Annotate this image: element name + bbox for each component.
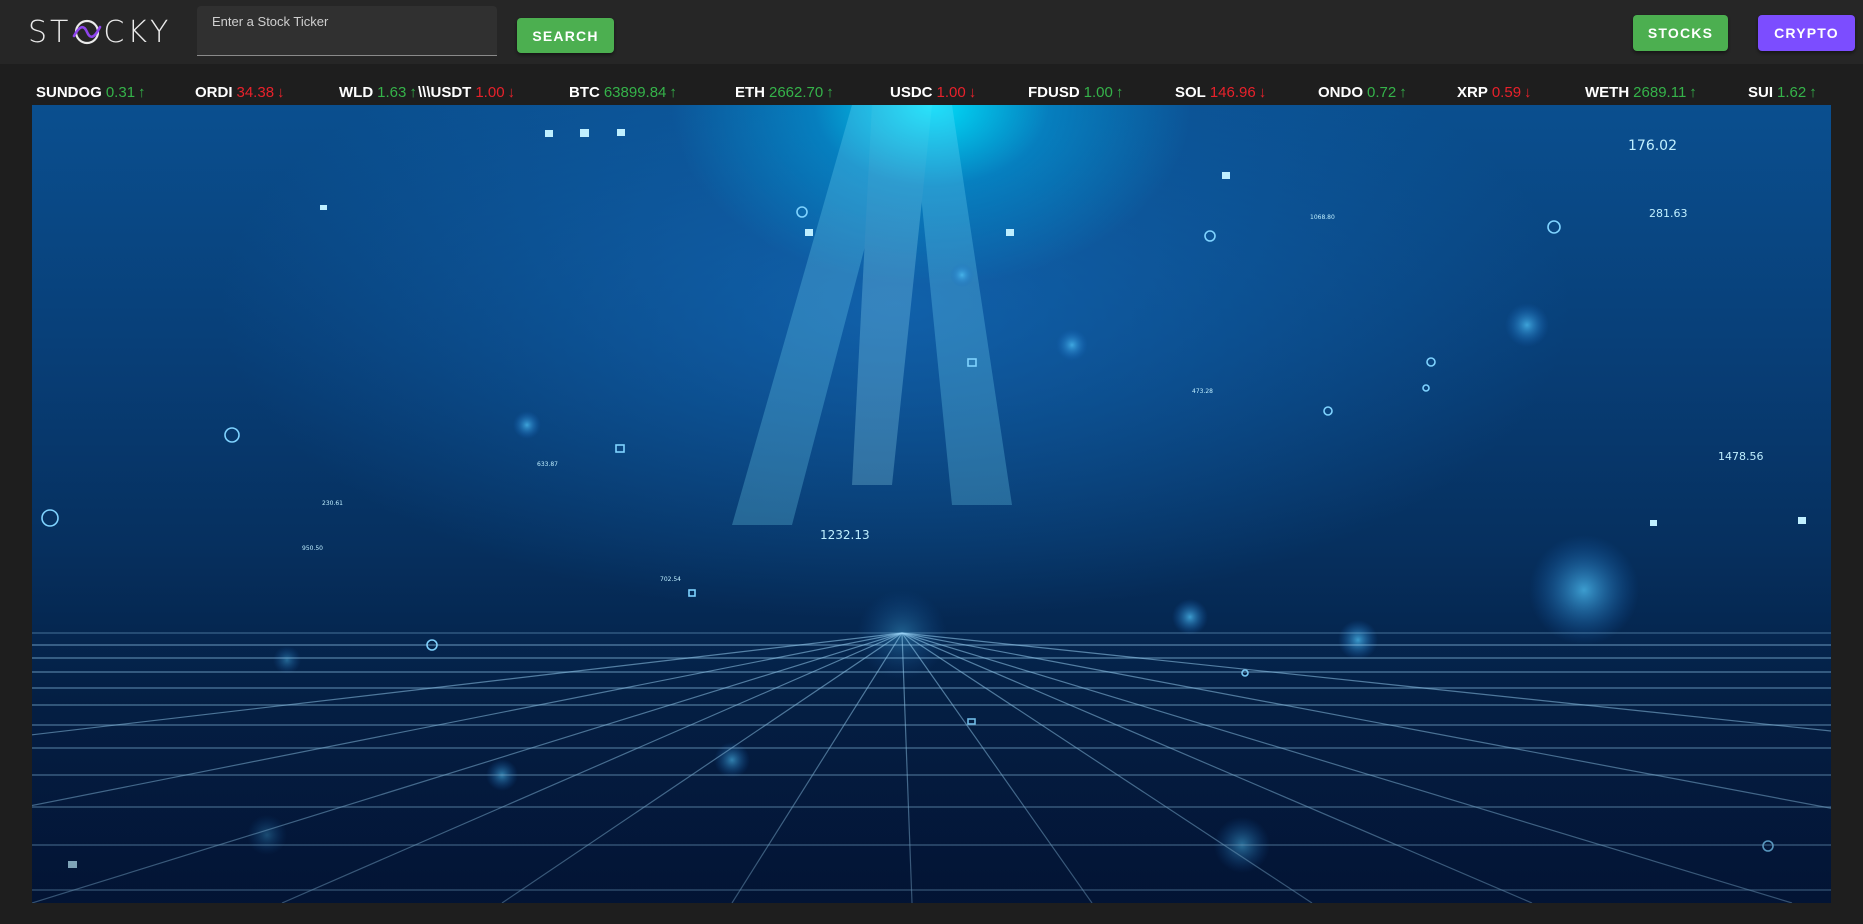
digital-grid-illustration: 176.02 281.63 1478.56 1232.13 633.87 230… [32,105,1831,903]
ticker-symbol: ORDI [195,84,233,101]
ticker-symbol: USDC [890,84,933,101]
ticker-symbol: WLD [339,84,374,101]
ticker-search-field[interactable]: Enter a Stock Ticker [197,6,497,56]
ticker-item[interactable]: SOL 146.96 ↓ [1175,84,1266,101]
ticker-symbol: \\\USDT [418,84,472,101]
ticker-symbol: ONDO [1318,84,1363,101]
floating-number: 702.54 [660,576,681,583]
ticker-value: 1.63 [377,84,407,101]
floating-number: 1232.13 [820,528,870,542]
trend-arrow-icon: ↑ [1399,84,1407,101]
ticker-symbol: SUNDOG [36,84,102,101]
ticker-item[interactable]: SUNDOG 0.31 ↑ [36,84,146,101]
light-rays [732,105,1012,525]
ticker-value: 2662.70 [769,84,824,101]
ticker-value: 34.38 [236,84,275,101]
crypto-price-ticker: SUNDOG 0.31 ↑ ORDI 34.38 ↓ WLD 1.63 ↑ \\\USDT 1… [0,76,1863,108]
trend-arrow-icon: ↓ [968,84,977,101]
ticker-item[interactable]: WETH 2689.11 ↑ [1585,84,1697,101]
ticker-symbol: XRP [1457,84,1488,101]
ticker-value: 0.72 [1367,84,1397,101]
ticker-item[interactable]: FDUSD 1.00 ↑ [1028,84,1123,101]
hero-background-image: 176.02 281.63 1478.56 1232.13 633.87 230… [32,105,1831,903]
trend-arrow-icon: ↑ [1809,84,1817,101]
ticker-item[interactable]: ONDO 0.72 ↑ [1318,84,1407,101]
ticker-item[interactable]: \\\USDT 1.00 ↓ [418,84,515,101]
crypto-nav-button[interactable]: CRYPTO [1758,15,1855,51]
ticker-item[interactable]: ORDI 34.38 ↓ [195,84,285,101]
floating-number: 176.02 [1628,138,1677,154]
floating-number: 633.87 [537,461,558,468]
trend-arrow-icon: ↑ [826,84,834,101]
ticker-value: 1.62 [1777,84,1807,101]
ticker-symbol: ETH [735,84,765,101]
search-button[interactable]: SEARCH [517,18,614,53]
logo-chart-icon [72,17,102,47]
trend-arrow-icon: ↑ [1115,84,1124,101]
trend-arrow-icon: ↑ [1689,84,1697,101]
ticker-symbol: WETH [1585,84,1630,101]
floating-number: 1478.56 [1718,450,1764,463]
ticker-value: 1.00 [475,84,505,101]
ticker-value: 0.31 [105,84,136,101]
trend-arrow-icon: ↓ [1258,84,1267,101]
floating-number: 230.61 [322,500,343,507]
trend-arrow-icon: ↓ [1524,84,1532,101]
logo-text-right: CKY [103,14,172,50]
ticker-symbol: BTC [569,84,600,101]
stocks-nav-button[interactable]: STOCKS [1633,15,1728,51]
trend-arrow-icon: ↑ [409,84,417,101]
ticker-item[interactable]: ETH 2662.70 ↑ [735,84,834,101]
trend-arrow-icon: ↓ [277,84,285,101]
ticker-symbol: SUI [1748,84,1774,101]
trend-arrow-icon: ↑ [138,84,146,101]
ticker-item[interactable]: USDC 1.00 ↓ [890,84,976,101]
logo-text-left: ST [28,14,72,50]
ticker-item[interactable]: BTC 63899.84 ↑ [569,84,677,101]
trend-arrow-icon: ↓ [507,84,516,101]
floating-numbers: 176.02 281.63 1478.56 1232.13 633.87 230… [302,138,1764,583]
floating-number: 473.28 [1192,388,1213,395]
floating-number: 950.50 [302,545,323,552]
stocky-logo[interactable]: ST CKY [28,14,171,50]
page-bottom [32,903,1831,924]
ticker-value: 2689.11 [1633,84,1687,101]
ticker-value: 1.00 [936,84,966,101]
ticker-symbol: FDUSD [1028,84,1080,101]
ticker-item[interactable]: WLD 1.63 ↑ [339,84,417,101]
ticker-value: 1.00 [1083,84,1113,101]
ticker-value: 0.59 [1491,84,1522,101]
ticker-value: 146.96 [1209,84,1256,101]
ticker-item[interactable]: XRP 0.59 ↓ [1457,84,1532,101]
ticker-search-input[interactable] [197,6,497,55]
floating-number: 1068.80 [1310,214,1335,221]
ticker-symbol: SOL [1175,84,1206,101]
top-navbar: ST CKY Enter a Stock Ticker SEARCH STOCK… [0,0,1863,64]
floating-number: 281.63 [1649,207,1688,220]
trend-arrow-icon: ↑ [669,84,677,101]
ticker-value: 63899.84 [603,84,667,101]
ticker-item[interactable]: SUI 1.62 ↑ [1748,84,1817,101]
